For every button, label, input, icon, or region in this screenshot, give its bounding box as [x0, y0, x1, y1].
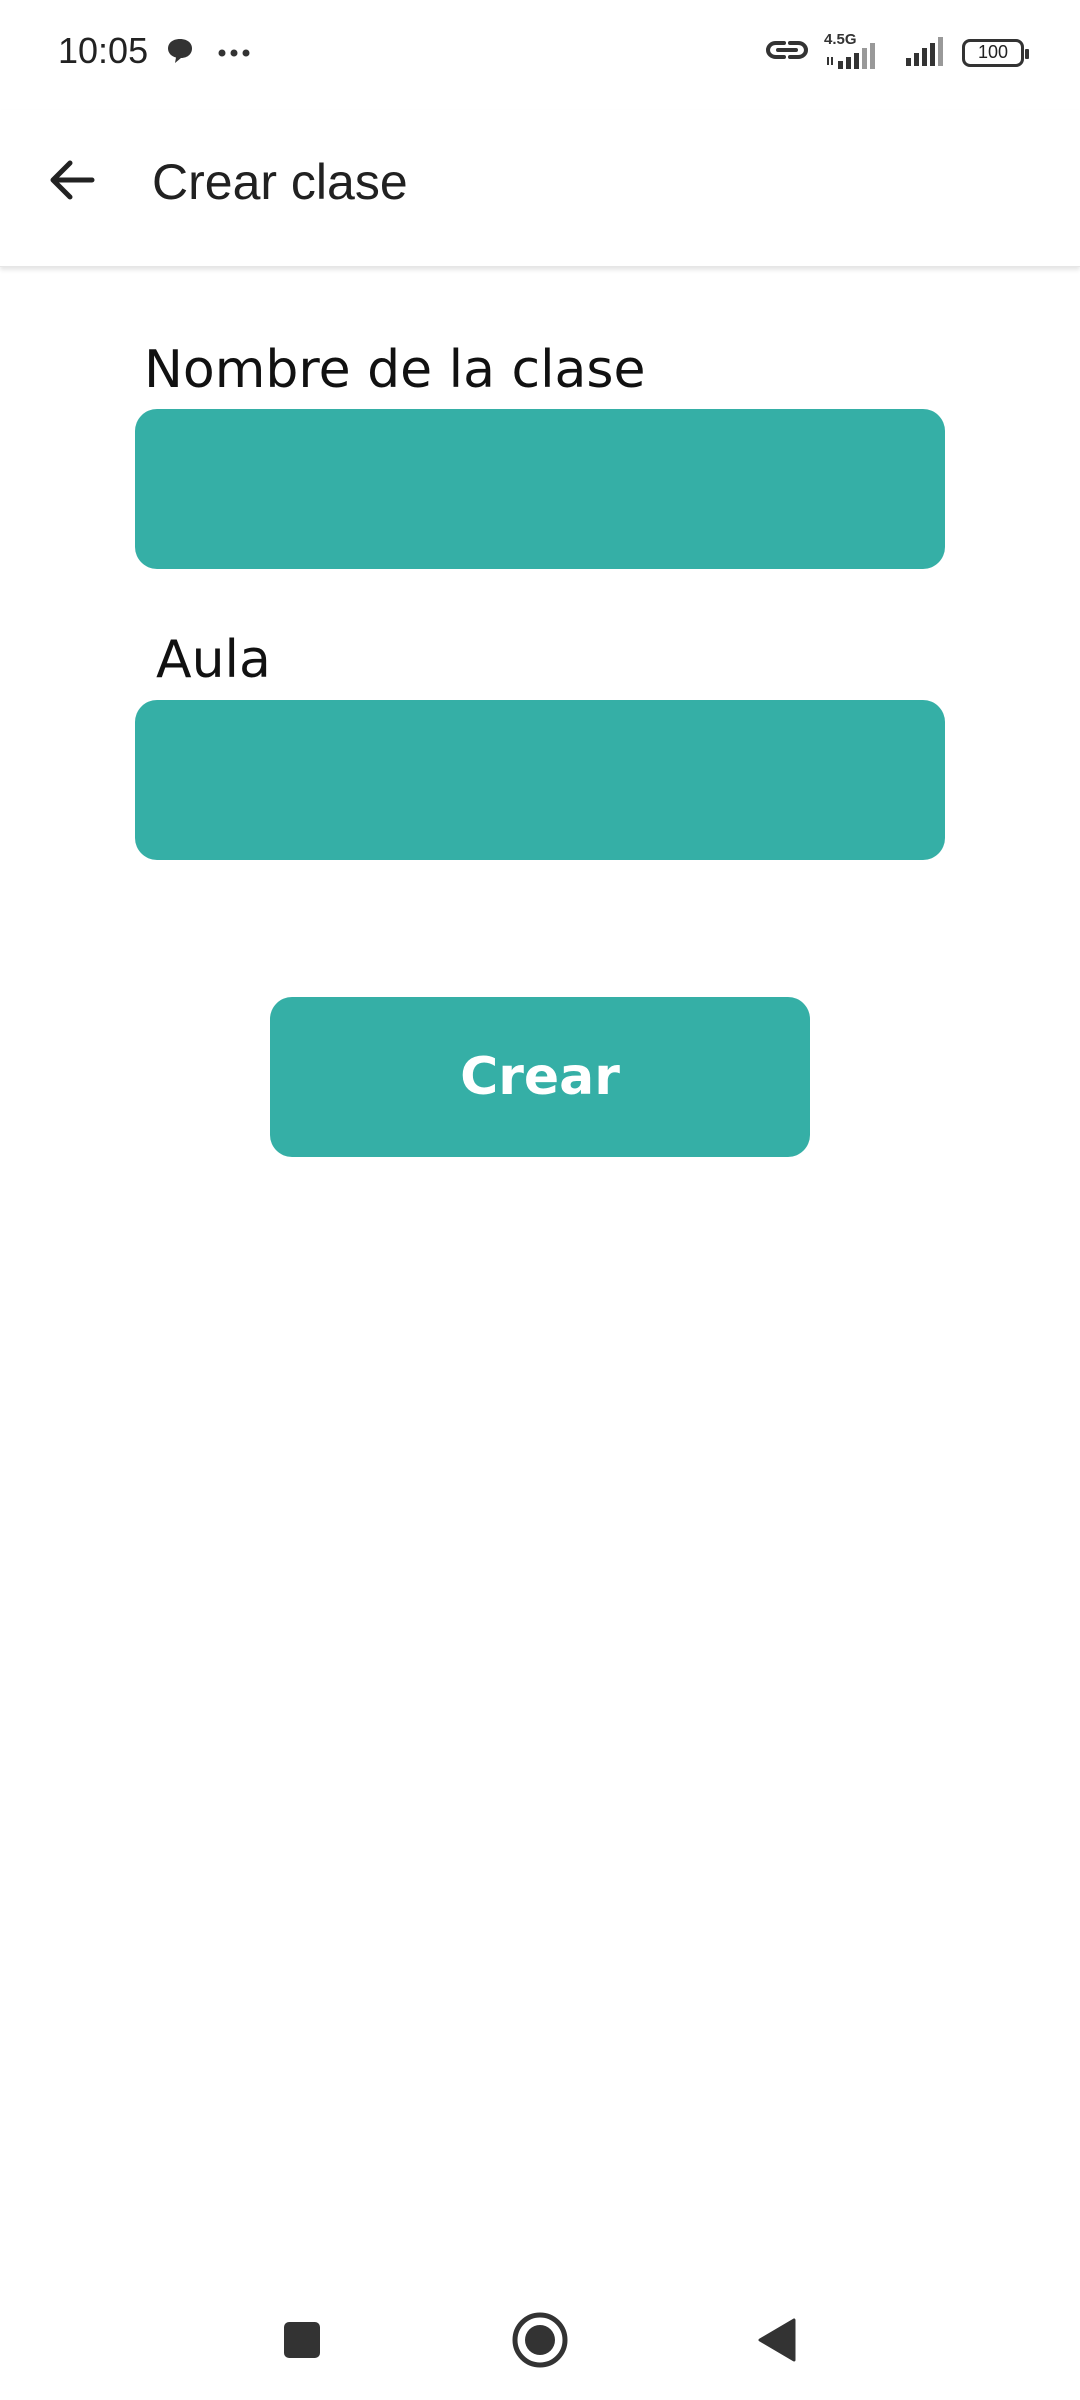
back-triangle-icon [754, 2316, 798, 2369]
signal-icon [904, 34, 948, 71]
status-system-icons: 4.5G 100 [764, 31, 1029, 71]
more-dots-icon [217, 45, 251, 63]
page-title: Crear clase [152, 154, 408, 210]
system-back-button[interactable] [744, 2310, 808, 2374]
classroom-label: Aula [156, 630, 271, 690]
app-bar: Crear clase [0, 110, 1080, 267]
home-circle-icon [511, 2311, 569, 2374]
link-icon [764, 34, 810, 71]
home-button[interactable] [508, 2310, 572, 2374]
signal-icon: 4.5G [824, 31, 890, 71]
class-name-label: Nombre de la clase [144, 340, 646, 400]
status-bar: 10:05 4.5G 100 [0, 0, 1080, 110]
classroom-input[interactable] [135, 700, 945, 860]
back-button[interactable] [40, 150, 104, 214]
recents-button[interactable] [270, 2310, 334, 2374]
navigation-bar [0, 2280, 1080, 2400]
battery-level: 100 [977, 42, 1009, 62]
status-time: 10:05 [58, 30, 149, 71]
recents-square-icon [282, 2320, 322, 2365]
status-notification-icons [165, 36, 251, 71]
battery-icon: 100 [962, 38, 1029, 67]
chat-bubble-icon [165, 36, 195, 71]
class-name-input[interactable] [135, 409, 945, 569]
arrow-left-icon [46, 154, 98, 211]
create-button[interactable]: Crear [270, 997, 810, 1157]
